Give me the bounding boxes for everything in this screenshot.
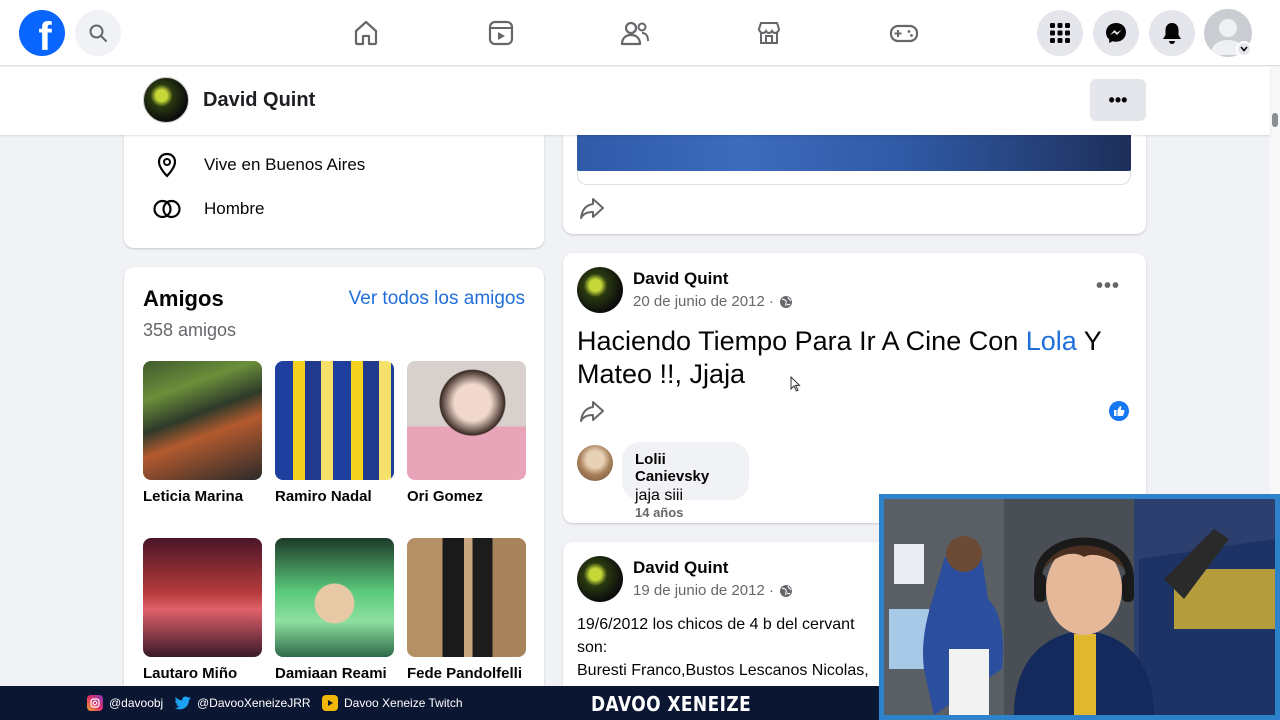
youtube-icon	[322, 695, 338, 711]
post-author-avatar[interactable]	[577, 267, 623, 313]
friend-name[interactable]: Fede Pandolfelli	[407, 665, 526, 682]
intro-gender: Hombre	[204, 199, 265, 218]
friend-tile[interactable]: Ori Gomez	[407, 361, 526, 505]
profile-avatar[interactable]	[143, 77, 189, 123]
friends-tab[interactable]	[615, 14, 655, 52]
friend-tile[interactable]: Leticia Marina	[143, 361, 262, 505]
streamer-brand: DAVOO XENEIZE	[591, 692, 752, 716]
facebook-logo-letter: f	[38, 15, 52, 56]
marketplace-tab[interactable]	[749, 14, 789, 52]
apps-menu-icon	[1050, 23, 1070, 43]
friend-name[interactable]: Leticia Marina	[143, 488, 262, 505]
twitter-handle-text: @DavooXeneizeJRR	[197, 696, 311, 710]
home-tab[interactable]	[346, 14, 386, 52]
post-author[interactable]: David Quint	[633, 558, 728, 578]
comment-timestamp[interactable]: 14 años	[635, 505, 683, 520]
twitter-handle: @DavooXeneizeJRR	[175, 695, 311, 711]
friends-count: 358 amigos	[143, 320, 237, 340]
scrollbar-thumb[interactable]	[1272, 113, 1278, 127]
post-author-avatar[interactable]	[577, 556, 623, 602]
post-image[interactable]	[577, 135, 1131, 171]
friend-name[interactable]: Lautaro Miño	[143, 665, 262, 682]
intro-location-row: Vive en Buenos Aires	[152, 150, 365, 180]
profile-more-button[interactable]: •••	[1090, 79, 1146, 121]
friend-tile[interactable]: Damiaan Reami	[275, 538, 394, 682]
post-date-text[interactable]: 20 de junio de 2012 ·	[633, 293, 774, 310]
home-icon	[354, 20, 378, 46]
post-date: 20 de junio de 2012 ·	[633, 293, 793, 310]
share-icon	[580, 401, 604, 422]
post-text-part: Haciendo Tiempo Para Ir A Cine Con	[577, 326, 1026, 356]
mouse-cursor-icon	[790, 376, 801, 392]
like-reaction-badge[interactable]	[1109, 401, 1129, 421]
post-text: Haciendo Tiempo Para Ir A Cine Con Lola …	[577, 325, 1137, 391]
gaming-icon	[889, 24, 919, 43]
friend-name[interactable]: Ramiro Nadal	[275, 488, 394, 505]
notifications-button[interactable]	[1149, 10, 1195, 56]
account-menu-caret[interactable]	[1236, 41, 1252, 57]
intro-gender-row: Hombre	[152, 194, 264, 224]
chevron-down-icon	[1240, 46, 1248, 52]
notifications-icon	[1163, 23, 1181, 44]
search-icon	[89, 24, 107, 42]
profile-name[interactable]: David Quint	[203, 89, 315, 112]
intro-location: Vive en Buenos Aires	[204, 155, 366, 174]
comment-author[interactable]: Lolii Canievsky	[635, 451, 736, 485]
friend-photo[interactable]	[275, 538, 394, 657]
reels-tab[interactable]	[481, 14, 521, 52]
location-pin-icon	[157, 152, 177, 178]
see-all-friends-link[interactable]: Ver todos los amigos	[349, 288, 525, 310]
friend-tile[interactable]: Lautaro Miño	[143, 538, 262, 682]
top-navigation-bar: f	[0, 0, 1280, 66]
comment-text: jaja siii	[635, 487, 684, 504]
youtube-handle-text: Davoo Xeneize Twitch	[344, 696, 463, 710]
messenger-icon	[1106, 23, 1126, 43]
youtube-handle: Davoo Xeneize Twitch	[322, 695, 463, 711]
gender-icon	[153, 199, 181, 219]
instagram-handle-text: @davoobj	[109, 696, 164, 710]
facebook-logo[interactable]: f	[19, 10, 65, 56]
friend-photo[interactable]	[407, 538, 526, 657]
thumbs-up-icon	[1114, 406, 1125, 416]
post-date-text[interactable]: 19 de junio de 2012 ·	[633, 582, 774, 599]
commenter-avatar[interactable]	[577, 445, 613, 481]
friend-photo[interactable]	[143, 361, 262, 480]
friend-photo[interactable]	[143, 538, 262, 657]
messenger-button[interactable]	[1093, 10, 1139, 56]
friends-icon	[620, 21, 649, 46]
share-icon	[580, 198, 604, 219]
menu-button[interactable]	[1037, 10, 1083, 56]
webcam-feed	[884, 499, 1275, 715]
instagram-handle: @davoobj	[87, 695, 163, 711]
share-button[interactable]	[579, 195, 607, 223]
twitter-icon	[175, 695, 191, 711]
share-button[interactable]	[579, 398, 607, 426]
friend-tile[interactable]: Fede Pandolfelli	[407, 538, 526, 682]
friend-tile[interactable]: Ramiro Nadal	[275, 361, 394, 505]
post-author[interactable]: David Quint	[633, 269, 728, 289]
friend-name[interactable]: Damiaan Reami	[275, 665, 394, 682]
search-button[interactable]	[75, 10, 121, 56]
post-options-button[interactable]: •••	[1096, 275, 1120, 298]
post-card: David Quint 20 de junio de 2012 · ••• Ha…	[563, 253, 1146, 523]
profile-header-bar: David Quint •••	[0, 67, 1270, 135]
friend-name[interactable]: Ori Gomez	[407, 488, 526, 505]
reels-icon	[488, 20, 514, 46]
webcam-overlay	[879, 494, 1280, 720]
gaming-tab[interactable]	[884, 14, 924, 52]
instagram-icon	[87, 695, 103, 711]
post-mention-link[interactable]: Lola	[1026, 326, 1077, 356]
marketplace-icon	[757, 22, 781, 44]
friends-card: Amigos Ver todos los amigos 358 amigos L…	[124, 267, 544, 707]
globe-icon	[779, 584, 792, 597]
globe-icon	[779, 295, 792, 308]
friend-photo[interactable]	[275, 361, 394, 480]
friend-photo[interactable]	[407, 361, 526, 480]
friends-title[interactable]: Amigos	[143, 286, 224, 312]
comment-bubble: Lolii Canievsky jaja siii	[622, 442, 749, 504]
post-date: 19 de junio de 2012 ·	[633, 582, 793, 599]
